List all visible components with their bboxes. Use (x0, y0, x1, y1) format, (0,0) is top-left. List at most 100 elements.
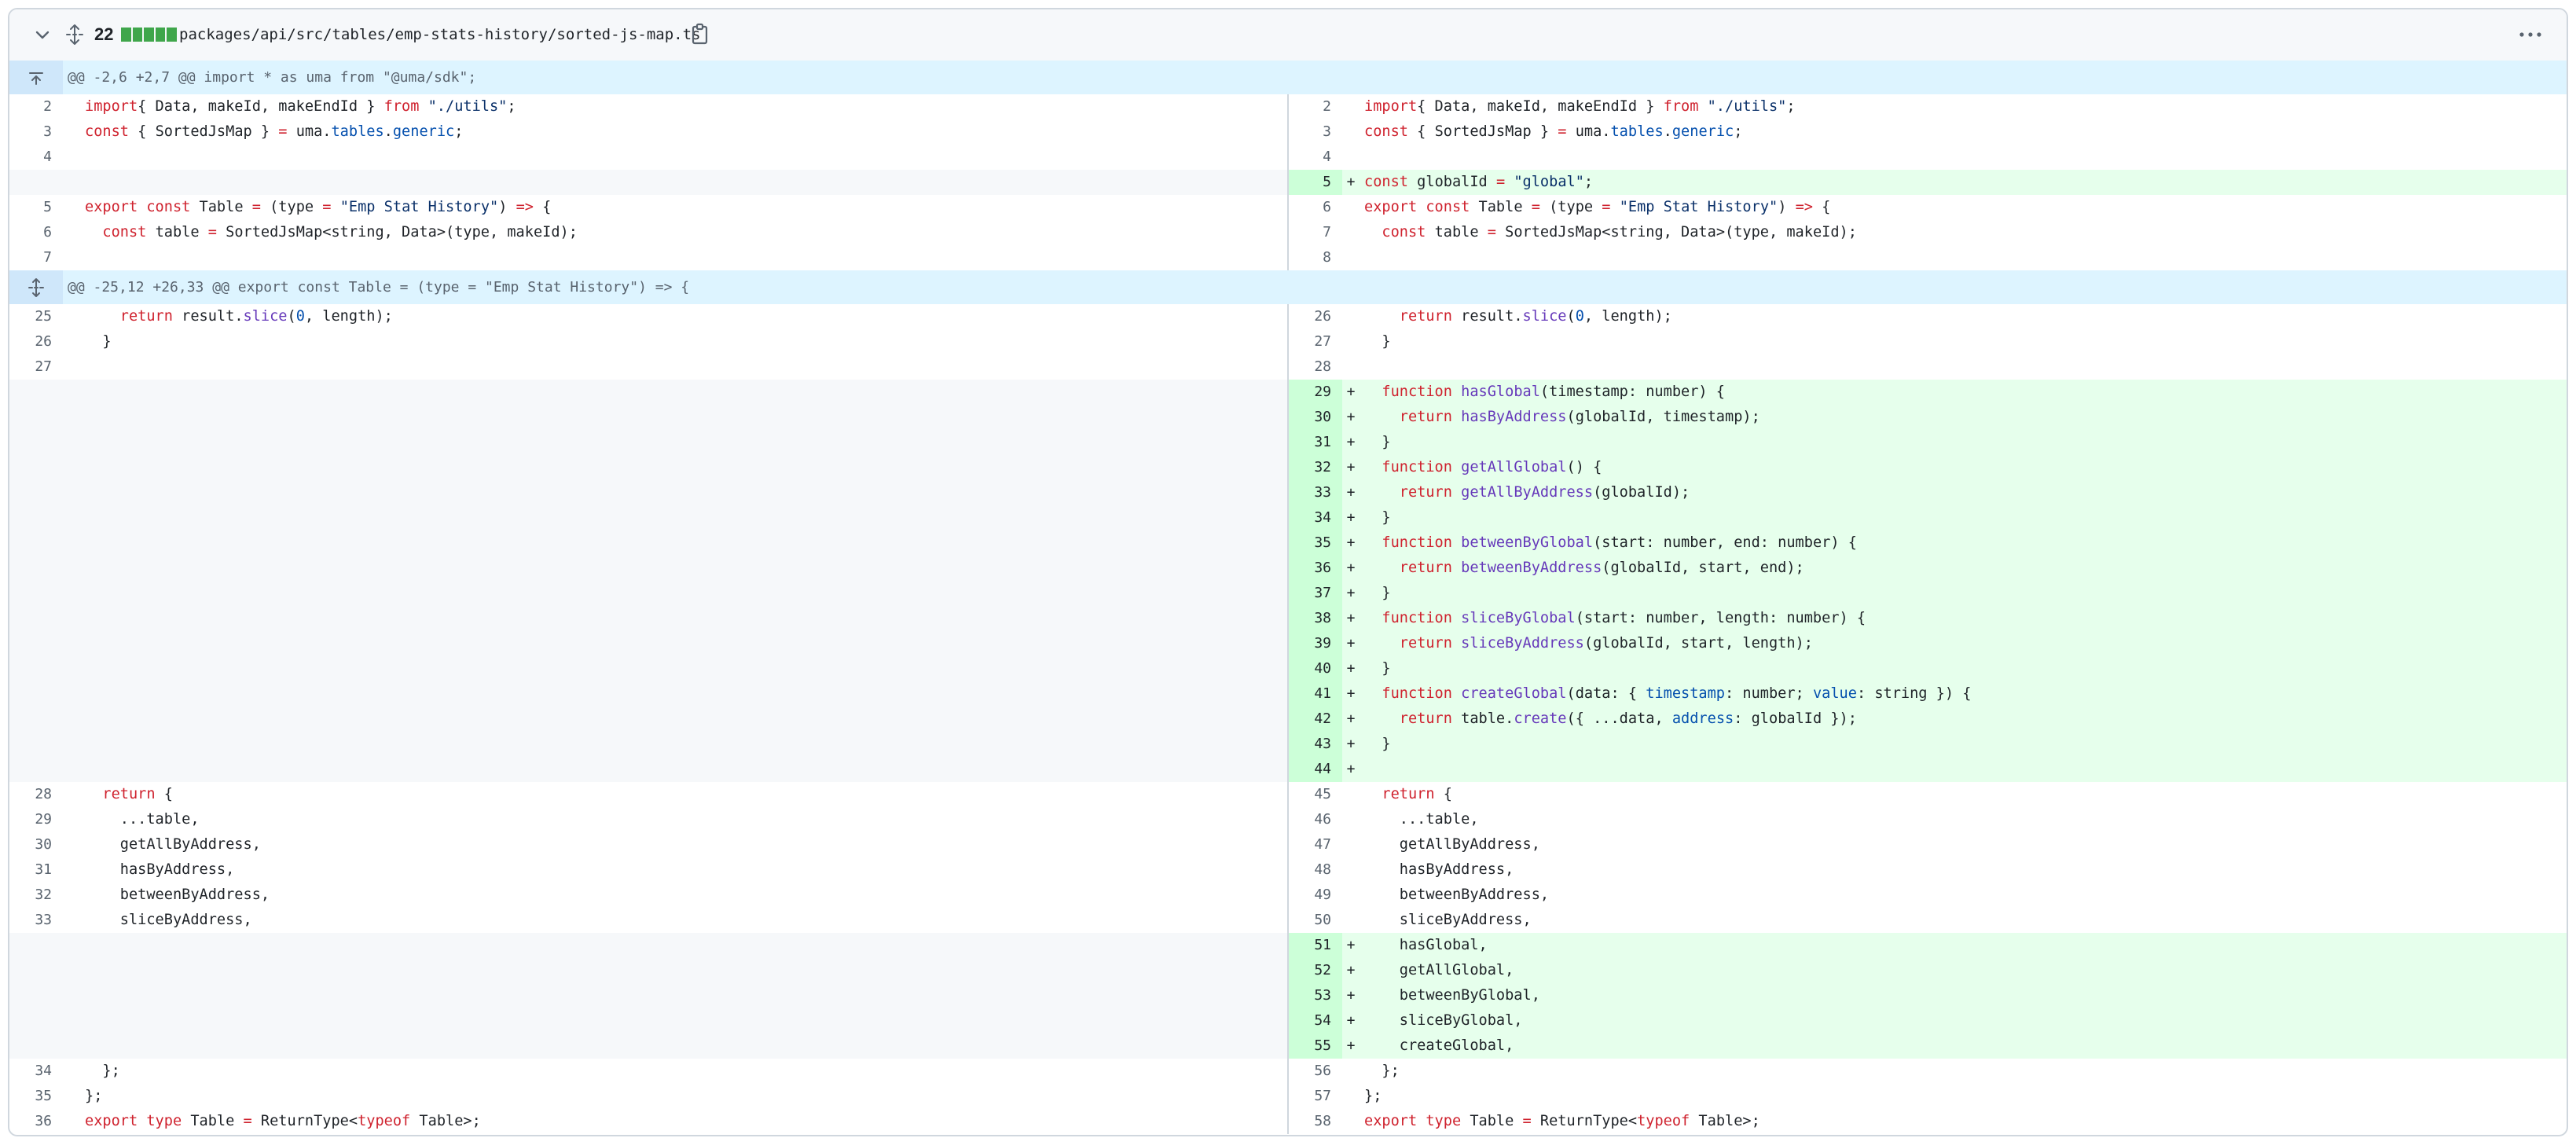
line-number[interactable]: 30 (1289, 405, 1342, 430)
line-number[interactable]: 4 (1289, 145, 1342, 170)
line-number[interactable]: 42 (1289, 707, 1342, 732)
copy-icon[interactable] (690, 22, 710, 46)
line-number[interactable]: 45 (1289, 782, 1342, 807)
line-number[interactable]: 5 (1289, 170, 1342, 195)
line-number[interactable]: 38 (1289, 606, 1342, 631)
code-line: import{ Data, makeId, makeEndId } from "… (80, 94, 1287, 119)
diff-row: 43 + } (9, 732, 2567, 757)
diff-marker (63, 1084, 80, 1109)
line-number[interactable]: 28 (9, 782, 63, 807)
chevron-down-icon[interactable] (33, 25, 52, 44)
diff-rows: @@ -2,6 +2,7 @@ import * as uma from "@u… (9, 61, 2567, 1134)
line-number[interactable]: 29 (1289, 380, 1342, 405)
line-number[interactable]: 51 (1289, 933, 1342, 958)
kebab-horizontal-icon[interactable] (2518, 27, 2543, 42)
diff-marker (1342, 807, 1360, 832)
line-number[interactable]: 29 (9, 807, 63, 832)
line-number[interactable]: 32 (9, 883, 63, 908)
diff-marker: + (1342, 983, 1360, 1008)
line-number[interactable]: 35 (1289, 530, 1342, 556)
line-number[interactable]: 57 (1289, 1084, 1342, 1109)
code-line: ...table, (1360, 807, 2567, 832)
code-line: hasByAddress, (80, 857, 1287, 883)
right-side: 36 + return betweenByAddress(globalId, st… (1287, 556, 2567, 581)
left-side: 27 (9, 354, 1287, 380)
line-number[interactable]: 2 (9, 94, 63, 119)
unfold-icon[interactable] (9, 270, 63, 304)
line-number[interactable]: 28 (1289, 354, 1342, 380)
line-number[interactable]: 26 (9, 329, 63, 354)
line-number[interactable]: 2 (1289, 94, 1342, 119)
line-number[interactable]: 49 (1289, 883, 1342, 908)
line-number[interactable]: 40 (1289, 656, 1342, 681)
expand-up-icon[interactable] (9, 61, 63, 94)
line-number[interactable]: 5 (9, 195, 63, 220)
unfold-icon[interactable] (64, 24, 85, 46)
left-side (9, 933, 1287, 958)
right-side: 49 betweenByAddress, (1287, 883, 2567, 908)
code-line: }; (1360, 1084, 2567, 1109)
line-number[interactable]: 44 (1289, 757, 1342, 782)
line-number[interactable]: 39 (1289, 631, 1342, 656)
line-number[interactable]: 25 (9, 304, 63, 329)
line-number[interactable]: 56 (1289, 1059, 1342, 1084)
line-number[interactable]: 33 (1289, 480, 1342, 505)
diff-marker: + (1342, 505, 1360, 530)
line-number[interactable]: 55 (1289, 1033, 1342, 1059)
line-number[interactable]: 36 (1289, 556, 1342, 581)
line-number[interactable]: 34 (9, 1059, 63, 1084)
line-number[interactable]: 47 (1289, 832, 1342, 857)
line-number[interactable]: 41 (1289, 681, 1342, 707)
line-number[interactable]: 48 (1289, 857, 1342, 883)
line-number[interactable]: 58 (1289, 1109, 1342, 1134)
line-number[interactable]: 27 (1289, 329, 1342, 354)
code-token: SortedJsMap<string, Data>(type, makeId); (216, 224, 578, 240)
line-number[interactable]: 52 (1289, 958, 1342, 983)
line-number[interactable]: 37 (1289, 581, 1342, 606)
line-number[interactable]: 43 (1289, 732, 1342, 757)
line-number[interactable]: 35 (9, 1084, 63, 1109)
file-path[interactable]: packages/api/src/tables/emp-stats-histor… (179, 23, 700, 46)
line-number[interactable]: 31 (9, 857, 63, 883)
code-token: Table (1461, 1113, 1523, 1129)
diff-marker (1342, 94, 1360, 119)
right-side: 54 + sliceByGlobal, (1287, 1008, 2567, 1033)
code-token: import (1364, 98, 1418, 115)
code-token: }; (85, 1063, 120, 1079)
code-token: betweenByAddress (1461, 560, 1602, 576)
line-number[interactable]: 3 (1289, 119, 1342, 145)
right-side: 2 import{ Data, makeId, makeEndId } from … (1287, 94, 2567, 119)
line-number[interactable]: 7 (9, 245, 63, 270)
line-number[interactable]: 6 (9, 220, 63, 245)
line-number[interactable]: 53 (1289, 983, 1342, 1008)
line-number[interactable]: 34 (1289, 505, 1342, 530)
code-token: = (251, 199, 261, 215)
line-number[interactable]: 46 (1289, 807, 1342, 832)
code-token: hasGlobal (1461, 384, 1540, 400)
line-number[interactable]: 8 (1289, 245, 1342, 270)
line-number[interactable]: 27 (9, 354, 63, 380)
line-number[interactable]: 31 (1289, 430, 1342, 455)
line-number[interactable]: 30 (9, 832, 63, 857)
line-number[interactable]: 36 (9, 1109, 63, 1134)
line-number[interactable]: 7 (1289, 220, 1342, 245)
code-line: return { (80, 782, 1287, 807)
line-number[interactable]: 32 (1289, 455, 1342, 480)
diff-row: 30 getAllByAddress, 47 getAllByAddress, (9, 832, 2567, 857)
code-token: . (383, 123, 393, 140)
diff-marker (1342, 304, 1360, 329)
line-number[interactable]: 3 (9, 119, 63, 145)
line-number[interactable]: 26 (1289, 304, 1342, 329)
code-token: { (155, 786, 173, 802)
line-number[interactable]: 50 (1289, 908, 1342, 933)
line-number[interactable]: 33 (9, 908, 63, 933)
line-number[interactable]: 6 (1289, 195, 1342, 220)
code-line: getAllGlobal, (1360, 958, 2567, 983)
line-number[interactable]: 4 (9, 145, 63, 170)
line-number[interactable]: 54 (1289, 1008, 1342, 1033)
